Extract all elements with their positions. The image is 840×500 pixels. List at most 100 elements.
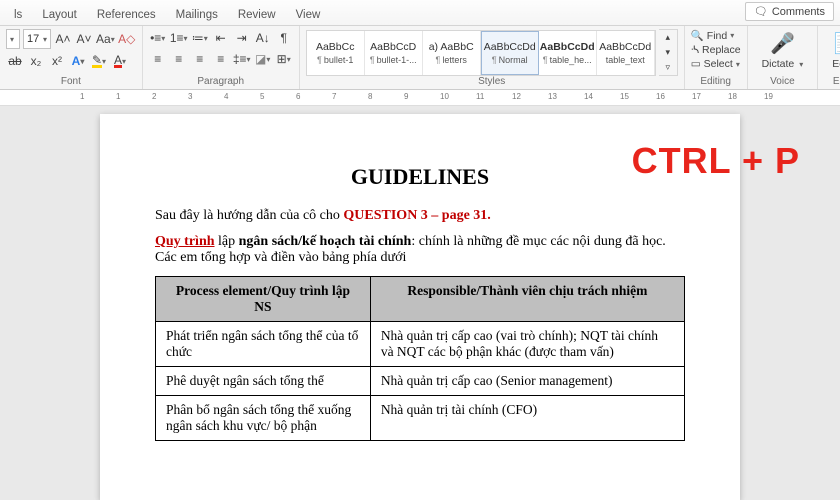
show-marks-button[interactable]: ¶ [275,29,293,47]
ruler-tick: 17 [692,92,701,101]
find-button[interactable]: 🔍Find▾ [691,29,741,42]
ruler-tick: 3 [188,92,192,101]
dictate-button[interactable]: Dictate▾ [762,58,804,70]
style-letters[interactable]: a) AaBbC ¶letters [423,31,481,75]
tab-partial[interactable]: ls [4,5,32,25]
group-label-styles: Styles [306,76,678,88]
doc-paragraph-2: Quy trình lập ngân sách/kế hoạch tài chí… [155,234,685,266]
doc-table: Process element/Quy trình lập NS Respons… [155,276,685,441]
group-editor: 📝 Editor Editor [818,26,840,89]
subscript-button[interactable]: x₂ [27,52,45,70]
style-bullet-1b[interactable]: AaBbCcD ¶bullet-1-... [365,31,423,75]
superscript-button[interactable]: x² [48,52,66,70]
grow-font-button[interactable]: A˄ [54,30,72,48]
ruler-tick: 8 [368,92,372,101]
group-label-font: Font [6,76,136,88]
group-styles: AaBbCc ¶bullet-1 AaBbCcD ¶bullet-1-... a… [300,26,685,89]
doc-intro: Sau đây là hướng dẫn của cô cho QUESTION… [155,208,685,224]
shading-button[interactable]: ◪▾ [254,50,272,68]
doc-title: GUIDELINES [155,164,685,190]
pilcrow-icon: ¶ [370,55,375,65]
table-row: Phát triển ngân sách tổng thể của tổ chứ… [156,322,685,367]
comments-label: Comments [772,6,825,18]
editor-button[interactable]: Editor [832,58,840,70]
ruler-tick: 5 [260,92,264,101]
horizontal-ruler[interactable]: 112345678910111213141516171819 [0,90,840,106]
font-name-box[interactable]: ▾ [6,29,20,49]
select-button[interactable]: ▭Select▾ [691,58,741,70]
ruler-tick: 1 [116,92,120,101]
numbering-button[interactable]: 1≡▾ [170,29,188,47]
strikethrough-button[interactable]: ab [6,52,24,70]
style-table-text[interactable]: AaBbCcDd table_text [597,31,655,75]
ruler-tick: 15 [620,92,629,101]
cursor-icon: ▭ [691,58,701,70]
comments-button[interactable]: 🗨 Comments [745,2,834,21]
tab-view[interactable]: View [286,5,331,25]
borders-button[interactable]: ⊞▾ [275,50,293,68]
increase-indent-button[interactable]: ⇥ [233,29,251,47]
styles-scroll-down[interactable]: ▾ [659,45,677,60]
editor-icon: 📝 [834,31,840,56]
styles-scroll-up[interactable]: ▴ [659,30,677,45]
ruler-tick: 18 [728,92,737,101]
comment-icon: 🗨 [754,5,768,18]
table-row: Phân bổ ngân sách tổng thể xuống ngân sá… [156,396,685,441]
replace-icon: ᔀ [691,44,699,56]
table-row: Phê duyệt ngân sách tổng thể Nhà quản tr… [156,367,685,396]
font-size-value: 17 [27,33,39,45]
ruler-tick: 19 [764,92,773,101]
align-center-button[interactable]: ≡ [170,50,188,68]
multilevel-button[interactable]: ≔▾ [191,29,209,47]
tab-layout[interactable]: Layout [32,5,87,25]
style-bullet-1[interactable]: AaBbCc ¶bullet-1 [307,31,365,75]
shortcut-overlay: CTRL + P [632,140,800,182]
style-normal[interactable]: AaBbCcDd ¶Normal [481,31,539,75]
table-header-row: Process element/Quy trình lập NS Respons… [156,277,685,322]
ruler-tick: 2 [152,92,156,101]
styles-expand[interactable]: ▿ [659,60,677,75]
pilcrow-icon: ¶ [543,55,548,65]
replace-button[interactable]: ᔀReplace [691,44,741,56]
ruler-tick: 7 [332,92,336,101]
highlight-button[interactable]: ✎▾ [90,52,108,70]
line-spacing-button[interactable]: ‡≡▾ [233,50,251,68]
ruler-tick: 9 [404,92,408,101]
align-right-button[interactable]: ≡ [191,50,209,68]
pilcrow-icon: ¶ [492,55,497,65]
bullets-button[interactable]: •≡▾ [149,29,167,47]
styles-gallery[interactable]: AaBbCc ¶bullet-1 AaBbCcD ¶bullet-1-... a… [306,30,656,76]
ruler-tick: 6 [296,92,300,101]
justify-button[interactable]: ≡ [212,50,230,68]
table-header-1: Process element/Quy trình lập NS [156,277,371,322]
align-left-button[interactable]: ≡ [149,50,167,68]
table-header-2: Responsible/Thành viên chịu trách nhiệm [370,277,684,322]
text-effects-button[interactable]: A▾ [69,52,87,70]
change-case-button[interactable]: Aa▾ [96,30,115,48]
tab-mailings[interactable]: Mailings [166,5,228,25]
clear-formatting-button[interactable]: A◇ [118,30,136,48]
ruler-tick: 16 [656,92,665,101]
sort-button[interactable]: A↓ [254,29,272,47]
font-color-button[interactable]: A▾ [111,52,129,70]
shrink-font-button[interactable]: A˅ [75,30,93,48]
ruler-tick: 13 [548,92,557,101]
ruler-tick: 12 [512,92,521,101]
group-paragraph: •≡▾ 1≡▾ ≔▾ ⇤ ⇥ A↓ ¶ ≡ ≡ ≡ ≡ ‡≡▾ ◪▾ ⊞▾ Pa… [143,26,300,89]
font-size-box[interactable]: 17▾ [23,29,51,49]
ruler-tick: 10 [440,92,449,101]
group-label-editor: Editor [824,76,840,88]
tab-references[interactable]: References [87,5,166,25]
ruler-tick: 11 [476,92,484,101]
group-label-voice: Voice [754,76,812,88]
ribbon-tabbar: ls Layout References Mailings Review Vie… [0,0,840,26]
ribbon: ▾ 17▾ A˄ A˅ Aa▾ A◇ ab x₂ x² A▾ ✎▾ A▾ Fon… [0,26,840,90]
search-icon: 🔍 [691,29,704,42]
decrease-indent-button[interactable]: ⇤ [212,29,230,47]
ruler-tick: 4 [224,92,228,101]
group-font: ▾ 17▾ A˄ A˅ Aa▾ A◇ ab x₂ x² A▾ ✎▾ A▾ Fon… [0,26,143,89]
tab-review[interactable]: Review [228,5,286,25]
style-table-header[interactable]: AaBbCcDd ¶table_he... [539,31,597,75]
group-editing: 🔍Find▾ ᔀReplace ▭Select▾ Editing [685,26,748,89]
microphone-icon: 🎤 [770,31,795,56]
